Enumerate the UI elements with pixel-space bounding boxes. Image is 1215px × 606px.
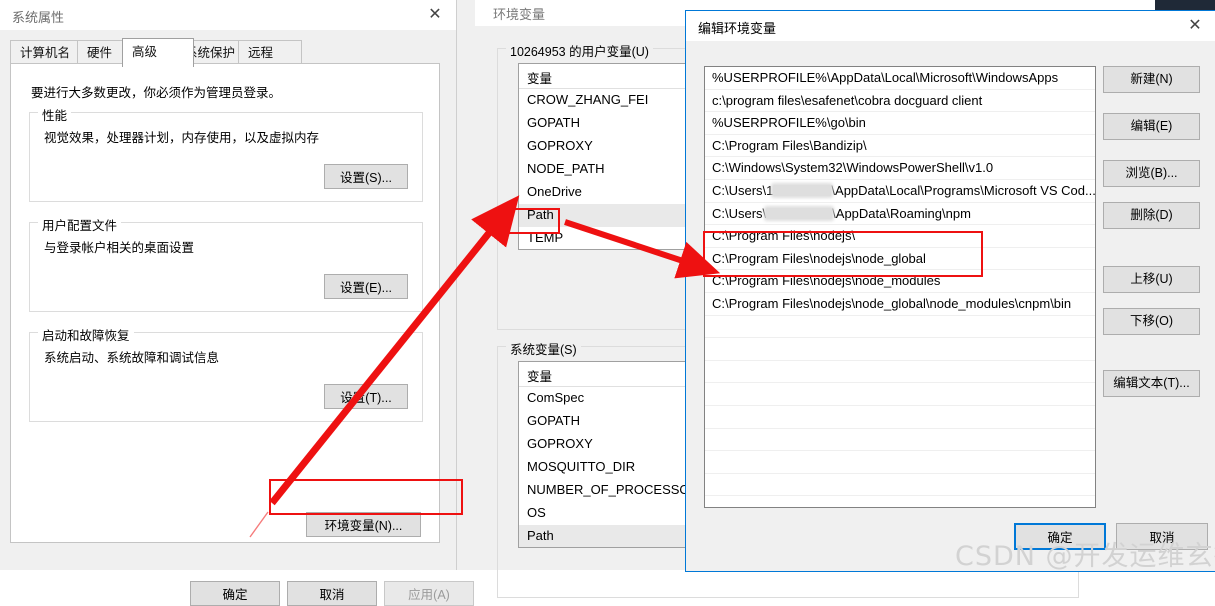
user-profiles-description: 与登录帐户相关的桌面设置 bbox=[44, 241, 195, 255]
list-item-empty[interactable] bbox=[705, 383, 1095, 406]
browse-button[interactable]: 浏览(B)... bbox=[1103, 160, 1200, 187]
path-entries-listbox[interactable]: %USERPROFILE%\AppData\Local\Microsoft\Wi… bbox=[704, 66, 1096, 508]
performance-settings-button[interactable]: 设置(S)... bbox=[324, 164, 408, 189]
cancel-button[interactable]: 取消 bbox=[287, 581, 377, 606]
variable-name: CROW_ZHANG_FEI bbox=[527, 92, 649, 107]
path-suffix: \AppData\Roaming\npm bbox=[832, 205, 971, 221]
path-prefix: C:\Users\1 bbox=[712, 182, 774, 198]
edit-environment-variable-dialog: 编辑环境变量 ✕ %USERPROFILE%\AppData\Local\Mic… bbox=[685, 10, 1215, 572]
close-icon[interactable]: ✕ bbox=[1184, 16, 1206, 36]
edit-text-button[interactable]: 编辑文本(T)... bbox=[1103, 370, 1200, 397]
variable-name: Path bbox=[527, 528, 554, 543]
user-profiles-group: 用户配置文件 与登录帐户相关的桌面设置 设置(E)... bbox=[29, 215, 423, 312]
startup-recovery-group-legend: 启动和故障恢复 bbox=[38, 325, 134, 344]
system-variables-legend: 系统变量(S) bbox=[506, 339, 581, 358]
list-item-empty[interactable] bbox=[705, 429, 1095, 452]
performance-description: 视觉效果，处理器计划，内存使用，以及虚拟内存 bbox=[44, 131, 320, 145]
environment-variables-title: 环境变量 bbox=[493, 7, 546, 22]
variable-name: ComSpec bbox=[527, 390, 585, 405]
path-prefix: C:\Users\ bbox=[712, 205, 767, 221]
advanced-tab-pane: 要进行大多数更改，你必须作为管理员登录。 性能 视觉效果，处理器计划，内存使用，… bbox=[10, 63, 440, 543]
edit-env-titlebar: 编辑环境变量 ✕ bbox=[686, 11, 1215, 41]
startup-recovery-settings-button[interactable]: 设置(T)... bbox=[324, 384, 408, 409]
list-item[interactable]: C:\Program Files\nodejs\node_global\node… bbox=[705, 293, 1095, 316]
tab-advanced[interactable]: 高级 bbox=[122, 38, 194, 67]
list-item[interactable]: %USERPROFILE%\go\bin bbox=[705, 112, 1095, 135]
ok-button[interactable]: 确定 bbox=[190, 581, 280, 606]
path-suffix: \AppData\Local\Programs\Microsoft VS Cod… bbox=[831, 182, 1095, 198]
column-header-name: 变量 bbox=[527, 370, 553, 384]
edit-env-title: 编辑环境变量 bbox=[698, 21, 777, 36]
environment-variables-button[interactable]: 环境变量(N)... bbox=[306, 512, 421, 537]
variable-name: GOPATH bbox=[527, 413, 580, 428]
list-item-empty[interactable] bbox=[705, 474, 1095, 497]
apply-button: 应用(A) bbox=[384, 581, 474, 606]
variable-name: GOPROXY bbox=[527, 436, 593, 451]
user-profiles-settings-button[interactable]: 设置(E)... bbox=[324, 274, 408, 299]
list-item-empty[interactable] bbox=[705, 406, 1095, 429]
variable-name: GOPATH bbox=[527, 115, 580, 130]
list-item[interactable]: c:\program files\esafenet\cobra docguard… bbox=[705, 90, 1095, 113]
system-properties-title: 系统属性 bbox=[12, 10, 65, 25]
list-item-empty[interactable] bbox=[705, 316, 1095, 339]
column-header-name: 变量 bbox=[527, 72, 553, 86]
move-down-button[interactable]: 下移(O) bbox=[1103, 308, 1200, 335]
watermark: CSDN @开发运维玄德公 bbox=[955, 541, 1215, 572]
startup-recovery-description: 系统启动、系统故障和调试信息 bbox=[44, 351, 220, 365]
annotation-box-node-paths bbox=[703, 231, 983, 277]
variable-name: GOPROXY bbox=[527, 138, 593, 153]
performance-group-legend: 性能 bbox=[38, 105, 72, 124]
list-item[interactable]: C:\Program Files\Bandizip\ bbox=[705, 135, 1095, 158]
list-item[interactable]: %USERPROFILE%\AppData\Local\Microsoft\Wi… bbox=[705, 67, 1095, 90]
variable-name: NODE_PATH bbox=[527, 161, 605, 176]
variable-name: NUMBER_OF_PROCESSORS bbox=[527, 482, 708, 497]
delete-button[interactable]: 删除(D) bbox=[1103, 202, 1200, 229]
system-properties-titlebar: 系统属性 ✕ bbox=[0, 0, 456, 30]
startup-recovery-group: 启动和故障恢复 系统启动、系统故障和调试信息 设置(T)... bbox=[29, 325, 423, 422]
move-up-button[interactable]: 上移(U) bbox=[1103, 266, 1200, 293]
redaction-mask bbox=[766, 207, 833, 219]
list-item-empty[interactable] bbox=[705, 361, 1095, 384]
system-properties-tabstrip: 计算机名 硬件 高级 系统保护 远程 bbox=[10, 38, 440, 67]
variable-name: OneDrive bbox=[527, 184, 582, 199]
list-item-empty[interactable] bbox=[705, 451, 1095, 474]
close-icon[interactable]: ✕ bbox=[424, 5, 446, 25]
variable-name: OS bbox=[527, 505, 546, 520]
list-item-redacted[interactable]: C:\Users\1 \AppData\Local\Programs\Micros… bbox=[705, 180, 1095, 203]
list-item-redacted[interactable]: C:\Users\ \AppData\Roaming\npm bbox=[705, 203, 1095, 226]
user-profiles-group-legend: 用户配置文件 bbox=[38, 215, 122, 234]
admin-notice: 要进行大多数更改，你必须作为管理员登录。 bbox=[31, 86, 282, 100]
performance-group: 性能 视觉效果，处理器计划，内存使用，以及虚拟内存 设置(S)... bbox=[29, 105, 423, 202]
list-item[interactable]: C:\Windows\System32\WindowsPowerShell\v1… bbox=[705, 157, 1095, 180]
redaction-mask bbox=[773, 185, 832, 197]
user-variables-legend: 10264953 的用户变量(U) bbox=[506, 41, 653, 60]
annotation-box-env-button bbox=[269, 479, 463, 515]
list-item-empty[interactable] bbox=[705, 338, 1095, 361]
variable-name: MOSQUITTO_DIR bbox=[527, 459, 636, 474]
list-item-empty[interactable] bbox=[705, 496, 1095, 507]
annotation-box-path-user bbox=[501, 208, 560, 234]
edit-button[interactable]: 编辑(E) bbox=[1103, 113, 1200, 140]
new-button[interactable]: 新建(N) bbox=[1103, 66, 1200, 93]
tab-remote[interactable]: 远程 bbox=[238, 40, 302, 65]
